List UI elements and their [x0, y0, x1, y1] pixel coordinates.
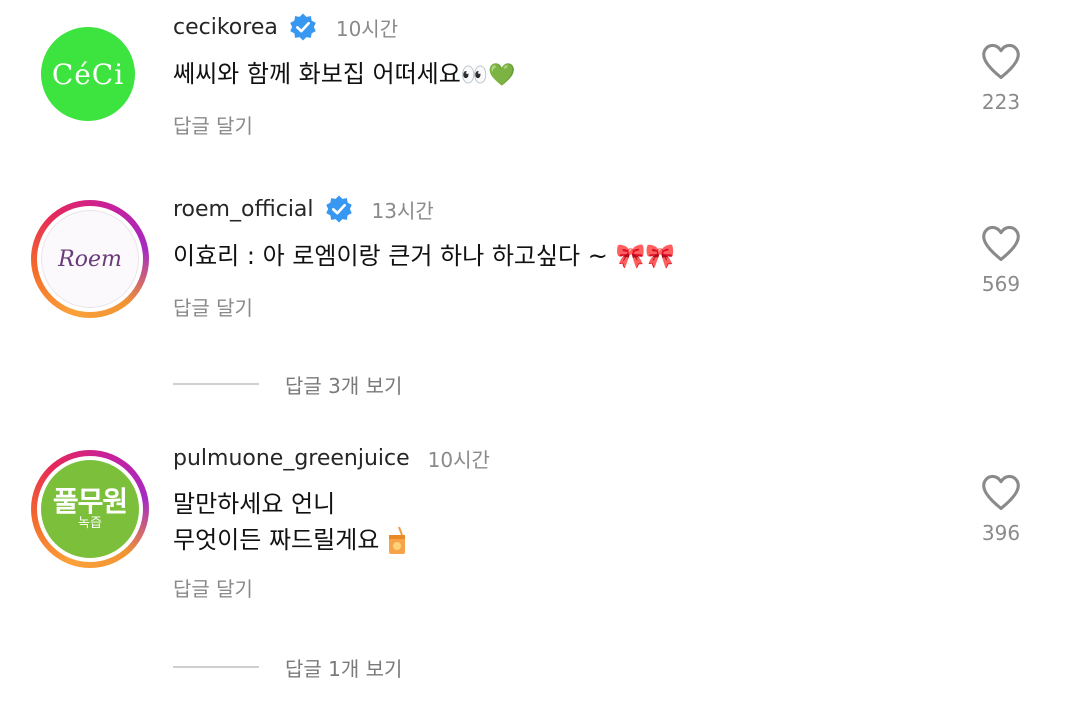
- divider-line: [173, 383, 259, 385]
- avatar-logo-text: 풀무원: [52, 485, 128, 518]
- heart-icon[interactable]: [980, 224, 1022, 262]
- juice-box-emoji-icon: [389, 527, 405, 554]
- comment-text-line-2: 무엇이든 짜드릴게요: [173, 522, 407, 558]
- avatar[interactable]: 풀무원 녹즙: [31, 450, 149, 568]
- reply-button[interactable]: 답글 달기: [173, 292, 253, 321]
- verified-badge-icon: [290, 13, 316, 41]
- comment-text: 말만하세요 언니 무엇이든 짜드릴게요: [173, 486, 407, 558]
- view-replies-button[interactable]: 답글 1개 보기: [173, 652, 402, 682]
- comment-text-line: 무엇이든 짜드릴게요: [173, 526, 380, 554]
- ceci-logo: CéCi: [41, 27, 135, 121]
- comment-header: pulmuone_greenjuice 10시간: [173, 441, 490, 475]
- avatar-logo-subtext: 녹즙: [78, 516, 102, 531]
- comment-text-body: 쎄씨와 함께 화보집 어떠세요: [173, 60, 461, 88]
- timestamp: 10시간: [427, 447, 490, 472]
- view-replies-label: 답글 1개 보기: [285, 656, 403, 681]
- comment-text: 쎄씨와 함께 화보집 어떠세요👀💚: [173, 56, 516, 94]
- roem-logo: Roem: [41, 210, 139, 308]
- view-replies-label: 답글 3개 보기: [285, 373, 403, 398]
- avatar[interactable]: CéCi: [31, 27, 149, 145]
- pulmuone-logo: 풀무원 녹즙: [41, 460, 139, 558]
- eyes-green-heart-emoji: 👀💚: [460, 63, 516, 88]
- like-count: 396: [981, 521, 1021, 545]
- username[interactable]: cecikorea: [173, 15, 278, 40]
- reply-button[interactable]: 답글 달기: [173, 110, 253, 139]
- timestamp: 13시간: [371, 198, 434, 223]
- heart-icon[interactable]: [980, 42, 1022, 80]
- reply-button[interactable]: 답글 달기: [173, 573, 253, 602]
- comment-header: cecikorea 10시간: [173, 10, 398, 44]
- avatar-logo-text: Roem: [58, 246, 122, 272]
- verified-badge-icon: [325, 195, 352, 223]
- divider-line: [173, 666, 259, 668]
- avatar[interactable]: Roem: [31, 200, 149, 318]
- like-control: 569: [966, 224, 1036, 296]
- comment-text: 이효리 : 아 로엠이랑 큰거 하나 하고싶다 ~ 🎀🎀: [173, 238, 675, 274]
- like-count: 223: [981, 90, 1021, 114]
- username[interactable]: pulmuone_greenjuice: [173, 446, 410, 471]
- comment-text-line: 말만하세요 언니: [173, 490, 336, 518]
- ribbon-emoji: 🎀🎀: [615, 242, 676, 270]
- timestamp: 10시간: [335, 16, 399, 41]
- username[interactable]: roem_official: [173, 197, 314, 222]
- heart-icon[interactable]: [980, 473, 1022, 511]
- like-control: 223: [966, 42, 1036, 114]
- avatar-logo-text: CéCi: [51, 57, 125, 91]
- like-count: 569: [981, 272, 1021, 296]
- like-control: 396: [966, 473, 1036, 545]
- view-replies-button[interactable]: 답글 3개 보기: [173, 369, 402, 399]
- comment-header: roem_official 13시간: [173, 192, 434, 226]
- comment-text-body: 이효리 : 아 로엠이랑 큰거 하나 하고싶다 ~: [173, 242, 608, 270]
